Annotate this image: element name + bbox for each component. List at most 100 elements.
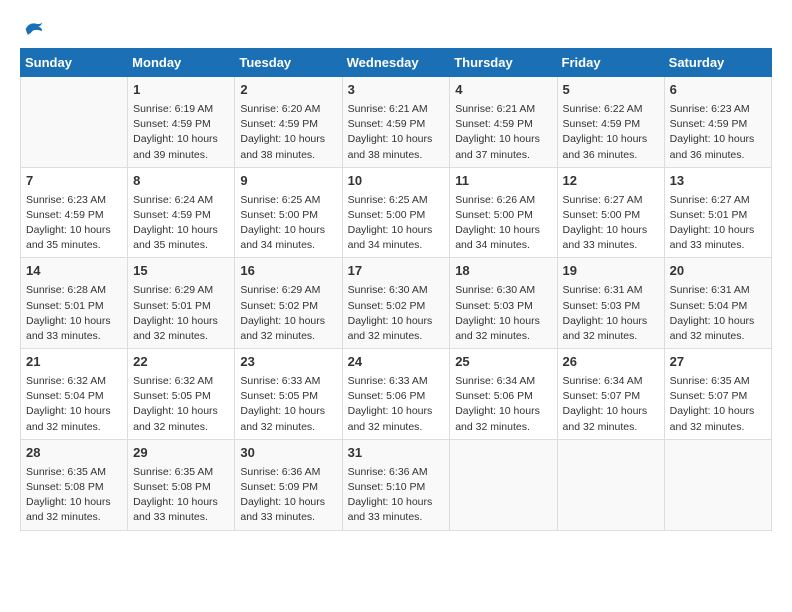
header-day-monday: Monday [128, 49, 235, 77]
day-info-line: and 33 minutes. [348, 510, 445, 525]
day-number: 8 [133, 172, 229, 191]
day-info-line: Sunset: 5:01 PM [26, 299, 122, 314]
day-number: 25 [455, 353, 551, 372]
day-number: 6 [670, 81, 766, 100]
day-info-line: Sunrise: 6:27 AM [670, 193, 766, 208]
day-number: 2 [240, 81, 336, 100]
calendar-cell: 18Sunrise: 6:30 AMSunset: 5:03 PMDayligh… [450, 258, 557, 349]
logo [20, 20, 44, 38]
calendar-cell: 14 Sunrise: 6:28 AMSunset: 5:01 PMDayligh… [21, 258, 128, 349]
day-info-line: Sunrise: 6:36 AM [240, 465, 336, 480]
day-info-line: Daylight: 10 hours [563, 314, 659, 329]
calendar-cell: 13Sunrise: 6:27 AMSunset: 5:01 PMDayligh… [664, 167, 771, 258]
day-number: 10 [348, 172, 445, 191]
day-info-line: Daylight: 10 hours [455, 404, 551, 419]
day-info-line: Sunrise: 6:35 AM [670, 374, 766, 389]
calendar-cell: 9Sunrise: 6:25 AMSunset: 5:00 PMDaylight… [235, 167, 342, 258]
day-info-line: Sunset: 5:10 PM [348, 480, 445, 495]
calendar-cell [557, 439, 664, 530]
day-info-line: and 32 minutes. [240, 329, 336, 344]
day-number: 4 [455, 81, 551, 100]
day-info-line: Sunrise: 6:34 AM [455, 374, 551, 389]
day-info-line: Daylight: 10 hours [26, 223, 122, 238]
day-info-line: Sunrise: 6:33 AM [348, 374, 445, 389]
day-info-line: and 32 minutes. [348, 329, 445, 344]
week-row-3: 14Sunrise: 6:28 AMSunset: 5:01 PMDayligh… [21, 258, 772, 349]
calendar-cell: 29Sunrise: 6:35 AMSunset: 5:08 PMDayligh… [128, 439, 235, 530]
calendar-cell: 15Sunrise: 6:29 AMSunset: 5:01 PMDayligh… [128, 258, 235, 349]
day-number: 20 [670, 262, 766, 281]
calendar-cell: 11 Sunrise: 6:26 AMSunset: 5:00 PMDayligh… [450, 167, 557, 258]
day-info-line: Sunrise: 6:31 AM [670, 283, 766, 298]
day-info-line: and 34 minutes. [348, 238, 445, 253]
day-info-line: Sunrise: 6:32 AM [133, 374, 229, 389]
day-info-line: Sunset: 5:05 PM [240, 389, 336, 404]
day-info-line: Sunset: 5:00 PM [455, 208, 551, 223]
day-info-line: Daylight: 10 hours [455, 223, 551, 238]
day-number: 14 [26, 262, 122, 281]
calendar-cell: 2Sunrise: 6:20 AMSunset: 4:59 PMDaylight… [235, 77, 342, 168]
day-info-line: and 32 minutes. [670, 420, 766, 435]
day-info-line: Sunset: 5:03 PM [563, 299, 659, 314]
header-day-sunday: Sunday [21, 49, 128, 77]
day-info-line: and 32 minutes. [133, 329, 229, 344]
day-info-line: Daylight: 10 hours [26, 495, 122, 510]
day-info-line: Daylight: 10 hours [670, 223, 766, 238]
day-info-line: and 34 minutes. [455, 238, 551, 253]
day-number: 18 [455, 262, 551, 281]
day-info-line: and 32 minutes. [563, 329, 659, 344]
day-info-line: Sunset: 5:07 PM [563, 389, 659, 404]
day-info-line: Sunrise: 6:35 AM [133, 465, 229, 480]
day-info-line: Sunrise: 6:26 AM [455, 193, 551, 208]
day-info-line: Sunset: 5:04 PM [26, 389, 122, 404]
day-info-line: Sunset: 4:59 PM [455, 117, 551, 132]
calendar-cell: 21Sunrise: 6:32 AMSunset: 5:04 PMDayligh… [21, 349, 128, 440]
day-info-line: and 33 minutes. [26, 329, 122, 344]
day-info-line: Daylight: 10 hours [133, 132, 229, 147]
day-info-line: Daylight: 10 hours [348, 314, 445, 329]
day-info-line: Daylight: 10 hours [240, 223, 336, 238]
day-number: 27 [670, 353, 766, 372]
week-row-5: 28Sunrise: 6:35 AMSunset: 5:08 PMDayligh… [21, 439, 772, 530]
day-info-line: Daylight: 10 hours [563, 132, 659, 147]
day-number: 13 [670, 172, 766, 191]
day-info-line: Sunrise: 6:35 AM [26, 465, 122, 480]
day-info-line: Sunset: 5:07 PM [670, 389, 766, 404]
day-info-line: Sunset: 4:59 PM [133, 117, 229, 132]
day-info-line: Daylight: 10 hours [240, 132, 336, 147]
day-info-line: Daylight: 10 hours [240, 314, 336, 329]
calendar-cell: 17Sunrise: 6:30 AMSunset: 5:02 PMDayligh… [342, 258, 450, 349]
day-info-line: Daylight: 10 hours [133, 223, 229, 238]
day-info-line: Sunset: 4:59 PM [26, 208, 122, 223]
day-info-line: and 32 minutes. [563, 420, 659, 435]
day-info-line: Daylight: 10 hours [563, 404, 659, 419]
day-info-line: Sunrise: 6:28 AM [26, 283, 122, 298]
day-info-line: Daylight: 10 hours [26, 314, 122, 329]
day-info-line: Daylight: 10 hours [26, 404, 122, 419]
day-info-line: and 33 minutes. [240, 510, 336, 525]
day-info-line: and 33 minutes. [563, 238, 659, 253]
day-info-line: Daylight: 10 hours [563, 223, 659, 238]
calendar-cell: 5Sunrise: 6:22 AMSunset: 4:59 PMDaylight… [557, 77, 664, 168]
day-number: 19 [563, 262, 659, 281]
day-number: 29 [133, 444, 229, 463]
day-info-line: Daylight: 10 hours [133, 495, 229, 510]
day-info-line: Sunset: 5:04 PM [670, 299, 766, 314]
day-info-line: Sunset: 5:06 PM [455, 389, 551, 404]
day-info-line: Daylight: 10 hours [455, 132, 551, 147]
day-number: 30 [240, 444, 336, 463]
day-info-line: and 37 minutes. [455, 148, 551, 163]
day-number: 11 [455, 172, 551, 191]
day-info-line: Sunset: 4:59 PM [563, 117, 659, 132]
day-info-line: Sunrise: 6:31 AM [563, 283, 659, 298]
day-info-line: and 39 minutes. [133, 148, 229, 163]
day-info-line: Sunrise: 6:22 AM [563, 102, 659, 117]
day-info-line: and 32 minutes. [133, 420, 229, 435]
calendar-cell: 27Sunrise: 6:35 AMSunset: 5:07 PMDayligh… [664, 349, 771, 440]
day-info-line: Sunrise: 6:29 AM [133, 283, 229, 298]
day-info-line: Sunrise: 6:21 AM [348, 102, 445, 117]
day-info-line: Sunrise: 6:30 AM [455, 283, 551, 298]
calendar-cell: 22Sunrise: 6:32 AMSunset: 5:05 PMDayligh… [128, 349, 235, 440]
day-info-line: Sunset: 5:09 PM [240, 480, 336, 495]
day-number: 9 [240, 172, 336, 191]
